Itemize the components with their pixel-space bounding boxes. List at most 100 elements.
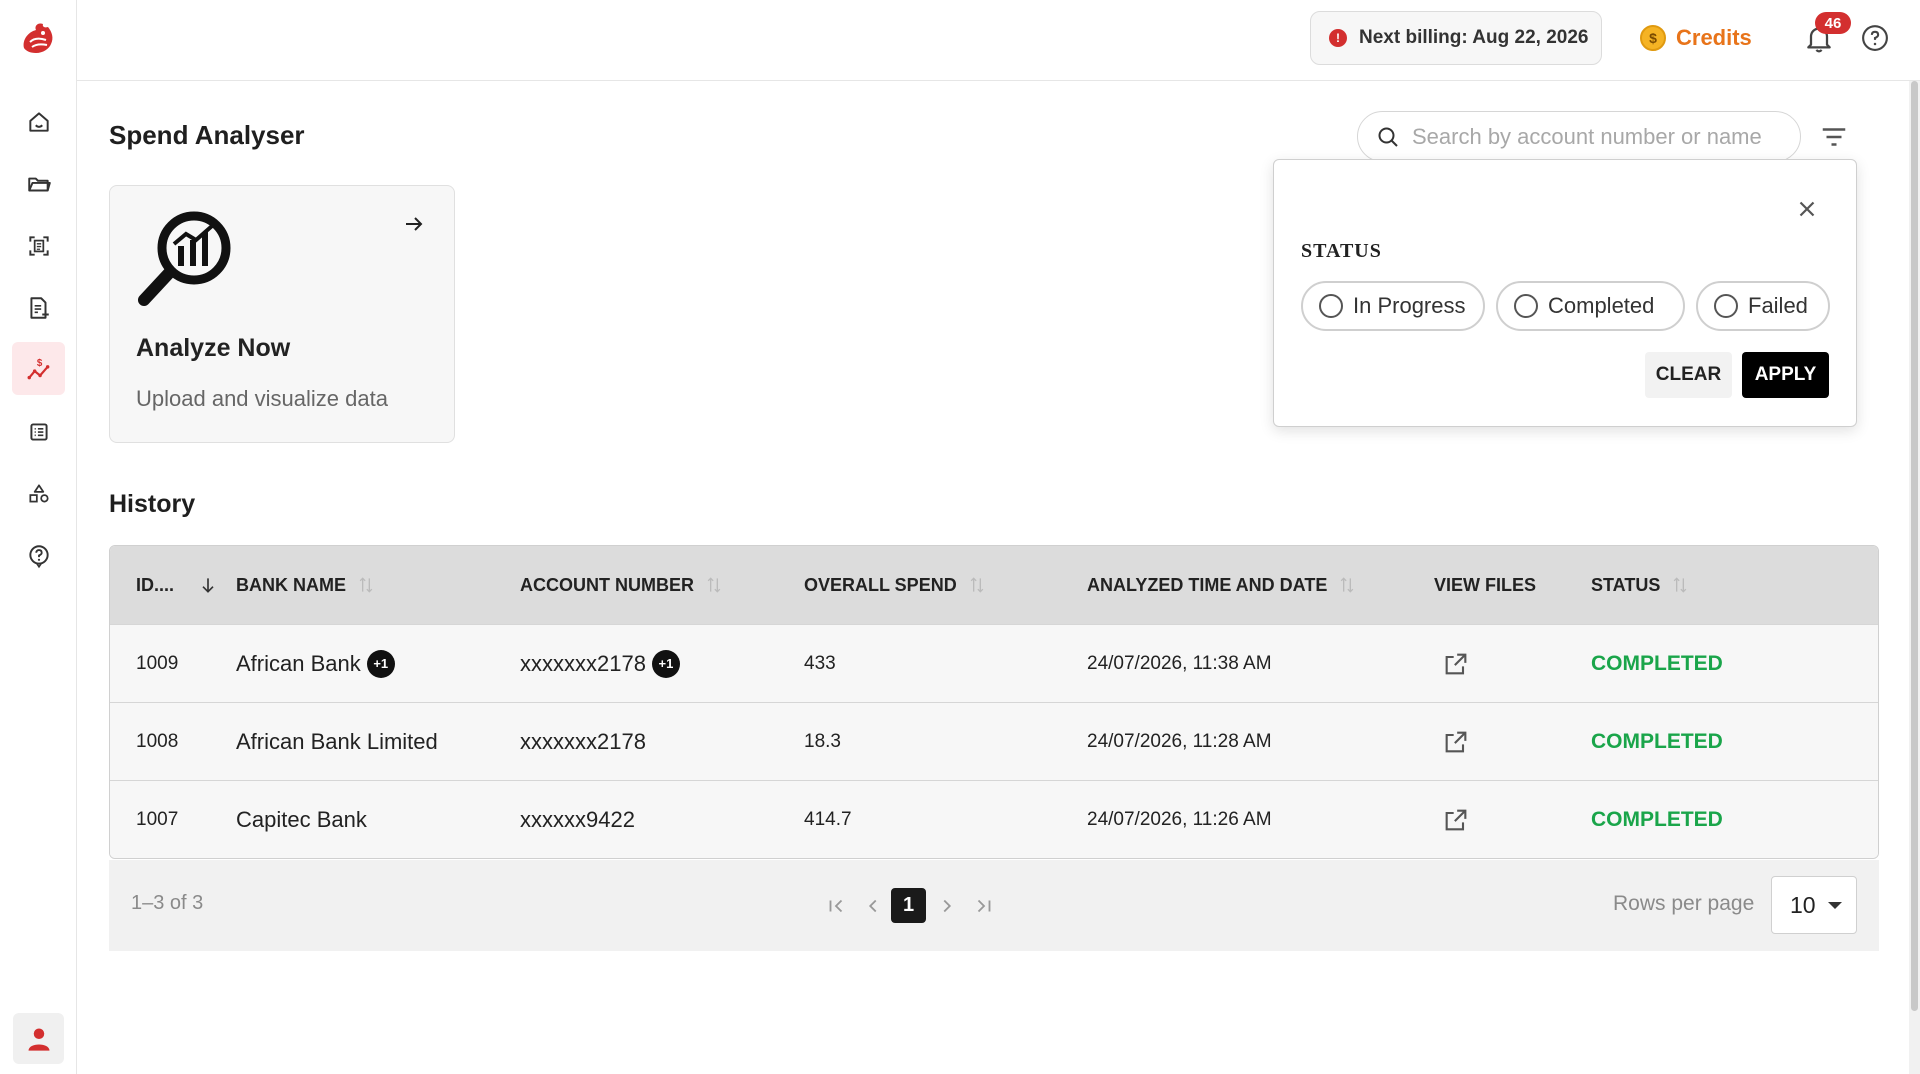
sort-icon[interactable] [356,575,376,595]
user-icon [28,1028,49,1051]
cell-view-files [1434,806,1591,834]
search-box[interactable] [1357,111,1801,162]
list-icon [29,422,48,441]
page-title: Spend Analyser [109,120,305,150]
col-spend-header[interactable]: OVERALL SPEND [804,575,1087,596]
first-page-icon[interactable] [824,894,848,918]
cell-view-files [1434,728,1591,756]
clear-button[interactable]: CLEAR [1645,352,1732,398]
analyze-now-card[interactable]: Analyze Now Upload and visualize data [109,185,455,443]
col-date-header[interactable]: ANALYZED TIME AND DATE [1087,575,1434,596]
cell-bank: African Bank +1 [236,649,520,678]
cell-id: 1008 [136,730,179,752]
arrow-down-icon[interactable] [198,575,218,595]
status-badge: COMPLETED [1591,807,1723,831]
help-circle-icon[interactable] [1860,23,1890,53]
history-heading: History [109,490,196,518]
table-row[interactable]: 1009 African Bank +1 xxxxxxx2178 +1 433 24… [110,624,1878,702]
sort-icon[interactable] [1337,575,1357,595]
table-header: ID.... BANK NAME ACCOUNT NUMBER OVERALL … [110,546,1878,624]
sidebar-item-help[interactable] [12,529,65,582]
cell-account: xxxxxxx2178 [520,728,646,754]
col-files-header: VIEW FILES [1434,574,1537,595]
cell-account: xxxxxx9422 [520,806,635,832]
prev-page-icon[interactable] [861,894,885,918]
radio-icon [1714,294,1738,318]
pagination-range: 1–3 of 3 [131,892,204,914]
cell-spend: 433 [804,652,836,674]
help-icon [28,544,49,568]
rows-per-page-select[interactable]: 10 [1771,876,1857,934]
table-row[interactable]: 1007 Capitec Bank xxxxxx9422 414.7 24/07… [110,780,1878,858]
filter-option-in-progress[interactable]: In Progress [1301,281,1485,331]
status-badge: COMPLETED [1591,729,1723,753]
col-status-header[interactable]: STATUS [1591,575,1871,596]
info-icon: ! [1329,29,1347,47]
search-icon [1378,127,1398,147]
col-bank-header[interactable]: BANK NAME [236,575,520,596]
sidebar-item-new-document[interactable] [12,281,65,334]
cell-id: 1007 [136,808,179,830]
open-external-icon[interactable] [1442,806,1470,834]
credits-label: Credits [1676,25,1752,50]
cell-date: 24/07/2026, 11:28 AM [1087,730,1272,752]
cell-date: 24/07/2026, 11:26 AM [1087,808,1272,830]
cell-date: 24/07/2026, 11:38 AM [1087,652,1272,674]
next-billing-text: Next billing: Aug 22, 2026 [1359,27,1589,48]
col-id-header[interactable]: ID.... [110,575,236,596]
add-document-icon [29,296,49,319]
shapes-icon [28,483,49,502]
filter-option-completed[interactable]: Completed [1496,281,1685,331]
last-page-icon[interactable] [972,894,996,918]
status-badge: COMPLETED [1591,651,1723,675]
more-accounts-badge[interactable]: +1 [651,649,680,678]
cell-id: 1009 [136,652,179,674]
user-profile-button[interactable] [13,1013,64,1064]
more-banks-badge[interactable]: +1 [366,649,395,678]
sidebar-item-list[interactable] [12,405,65,458]
cell-status: COMPLETED [1591,730,1871,754]
sidebar-item-shapes[interactable] [12,467,65,520]
magnifier-chart-icon [138,211,231,306]
apply-button[interactable]: APPLY [1742,352,1829,398]
arrow-right-icon [406,217,423,231]
cell-bank: Capitec Bank [236,806,367,832]
filter-option-failed[interactable]: Failed [1696,281,1830,331]
sidebar-item-files[interactable] [12,157,65,210]
search-input[interactable] [1412,123,1782,150]
filter-section-label: STATUS [1301,240,1382,262]
table-row[interactable]: 1008 African Bank Limited xxxxxxx2178 18… [110,702,1878,780]
next-billing-banner[interactable]: ! Next billing: Aug 22, 2026 [1310,11,1602,65]
close-icon[interactable] [1794,196,1820,222]
page-scrollbar[interactable] [1909,81,1920,1074]
brand-logo[interactable] [16,18,60,62]
sort-icon[interactable] [967,575,987,595]
col-account-header[interactable]: ACCOUNT NUMBER [520,575,804,596]
filter-icon[interactable] [1819,122,1849,152]
notification-badge: 46 [1815,12,1851,34]
card-subtitle: Upload and visualize data [136,386,388,411]
scrollbar-thumb[interactable] [1911,81,1918,1011]
folder-icon [27,177,51,191]
radio-icon [1514,294,1538,318]
sidebar-item-home[interactable] [12,95,65,148]
cell-bank: African Bank Limited [236,728,438,754]
coin-icon: $ [1640,25,1666,51]
sidebar-item-spend-analyser[interactable]: $ [12,342,65,395]
credits-button[interactable]: $ Credits [1640,20,1752,56]
table-pagination: 1–3 of 3 1 Rows per page 10 [109,860,1879,951]
svg-text:$: $ [36,357,42,368]
cell-account: xxxxxxx2178 +1 [520,649,804,678]
cell-spend: 18.3 [804,730,841,752]
cell-view-files [1434,650,1591,678]
spend-analyser-icon: $ [27,357,49,379]
cell-status: COMPLETED [1591,652,1871,676]
open-external-icon[interactable] [1442,728,1470,756]
status-filter-popover: STATUS In Progress Completed Failed CLEA… [1273,159,1857,427]
sidebar-item-scan[interactable] [12,219,65,272]
page-number-button[interactable]: 1 [891,888,926,923]
next-page-icon[interactable] [935,894,959,918]
sort-icon[interactable] [704,575,724,595]
sort-icon[interactable] [1670,575,1690,595]
open-external-icon[interactable] [1442,650,1470,678]
